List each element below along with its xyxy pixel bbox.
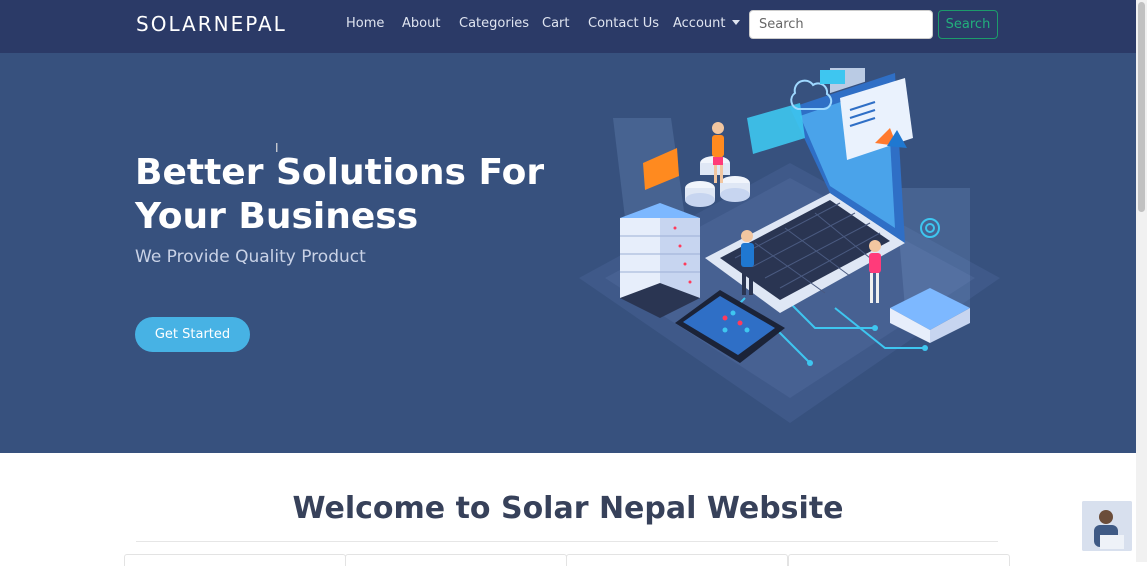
product-card[interactable] — [345, 554, 567, 566]
nav-contact-us[interactable]: Contact Us — [588, 16, 659, 31]
search-button[interactable]: Search — [938, 10, 998, 39]
get-started-button[interactable]: Get Started — [135, 317, 250, 352]
nav-about[interactable]: About — [402, 16, 440, 31]
section-divider — [136, 541, 998, 542]
hero-subtitle: We Provide Quality Product — [135, 247, 366, 267]
hero-illustration — [579, 68, 1000, 423]
hero-title: Better Solutions For Your Business — [135, 152, 545, 237]
welcome-section: Welcome to Solar Nepal Website — [0, 453, 1136, 566]
search-input[interactable] — [749, 10, 933, 39]
caret-down-icon — [731, 20, 740, 25]
brand-logo[interactable]: SOLARNEPAL — [136, 12, 287, 36]
hero-section: I Better Solutions For Your Business We … — [0, 53, 1136, 453]
scrollbar-thumb[interactable] — [1138, 2, 1145, 212]
nav-cart[interactable]: Cart — [542, 16, 570, 31]
floating-tile — [820, 70, 845, 84]
nav-categories[interactable]: Categories — [459, 16, 529, 31]
nav-account-dropdown[interactable]: Account — [673, 16, 740, 31]
product-card[interactable] — [124, 554, 346, 566]
server-stack — [620, 203, 700, 318]
nav-account-label: Account — [673, 16, 726, 31]
product-card[interactable] — [566, 554, 788, 566]
welcome-title: Welcome to Solar Nepal Website — [292, 491, 844, 526]
page-scrollbar[interactable] — [1136, 0, 1147, 562]
navbar: SOLARNEPAL Home About Categories Cart Co… — [0, 0, 1147, 53]
presenter-avatar — [1082, 501, 1132, 551]
product-card[interactable] — [788, 554, 1010, 566]
floating-panel — [747, 103, 805, 154]
nav-home[interactable]: Home — [346, 16, 384, 31]
